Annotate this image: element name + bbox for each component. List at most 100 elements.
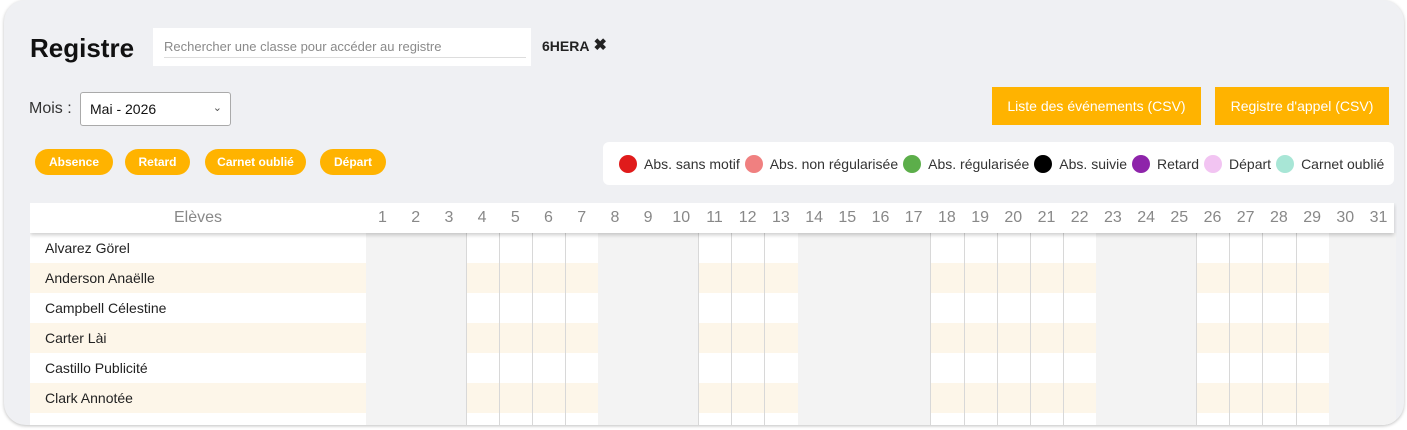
attendance-cell[interactable] bbox=[731, 413, 765, 425]
month-select[interactable]: Mai - 2026 ⌄ bbox=[80, 92, 231, 126]
attendance-cell[interactable] bbox=[1229, 293, 1263, 323]
attendance-cell[interactable] bbox=[764, 323, 798, 353]
attendance-cell[interactable] bbox=[465, 323, 500, 353]
attendance-cell[interactable] bbox=[565, 293, 599, 323]
attendance-cell[interactable] bbox=[1196, 353, 1230, 383]
attendance-cell[interactable] bbox=[1196, 383, 1230, 413]
attendance-cell[interactable] bbox=[498, 293, 533, 323]
attendance-cell[interactable] bbox=[996, 413, 1031, 425]
attendance-cell[interactable] bbox=[465, 293, 500, 323]
attendance-cell[interactable] bbox=[698, 263, 732, 293]
attendance-cell[interactable] bbox=[1295, 233, 1330, 263]
attendance-cell[interactable] bbox=[1063, 413, 1097, 425]
attendance-cell[interactable] bbox=[532, 383, 566, 413]
attendance-cell[interactable] bbox=[1262, 353, 1296, 383]
attendance-cell[interactable] bbox=[930, 383, 964, 413]
attendance-cell[interactable] bbox=[1030, 233, 1064, 263]
attendance-cell[interactable] bbox=[1295, 383, 1330, 413]
attendance-cell[interactable] bbox=[1262, 383, 1296, 413]
attendance-cell[interactable] bbox=[1262, 263, 1296, 293]
student-name[interactable]: Carter Lài bbox=[45, 330, 106, 346]
attendance-cell[interactable] bbox=[1063, 293, 1097, 323]
attendance-cell[interactable] bbox=[1063, 383, 1097, 413]
attendance-cell[interactable] bbox=[930, 353, 964, 383]
attendance-cell[interactable] bbox=[996, 323, 1031, 353]
attendance-cell[interactable] bbox=[764, 413, 798, 425]
attendance-cell[interactable] bbox=[764, 353, 798, 383]
attendance-cell[interactable] bbox=[930, 413, 964, 425]
attendance-cell[interactable] bbox=[698, 413, 732, 425]
attendance-cell[interactable] bbox=[996, 293, 1031, 323]
attendance-cell[interactable] bbox=[498, 323, 533, 353]
attendance-cell[interactable] bbox=[698, 353, 732, 383]
attendance-cell[interactable] bbox=[1030, 263, 1064, 293]
attendance-cell[interactable] bbox=[498, 383, 533, 413]
student-name[interactable]: Campbell Célestine bbox=[45, 300, 166, 316]
attendance-cell[interactable] bbox=[1196, 263, 1230, 293]
attendance-cell[interactable] bbox=[731, 233, 765, 263]
retard-button[interactable]: Retard bbox=[125, 149, 190, 175]
attendance-cell[interactable] bbox=[1262, 323, 1296, 353]
attendance-cell[interactable] bbox=[532, 263, 566, 293]
attendance-cell[interactable] bbox=[1295, 263, 1330, 293]
attendance-cell[interactable] bbox=[565, 233, 599, 263]
attendance-cell[interactable] bbox=[698, 323, 732, 353]
attendance-cell[interactable] bbox=[532, 233, 566, 263]
attendance-cell[interactable] bbox=[698, 293, 732, 323]
attendance-cell[interactable] bbox=[1196, 413, 1230, 425]
attendance-cell[interactable] bbox=[532, 323, 566, 353]
attendance-cell[interactable] bbox=[498, 353, 533, 383]
attendance-cell[interactable] bbox=[1196, 323, 1230, 353]
attendance-cell[interactable] bbox=[465, 413, 500, 425]
attendance-cell[interactable] bbox=[465, 353, 500, 383]
close-icon[interactable]: ✖ bbox=[593, 38, 606, 54]
attendance-cell[interactable] bbox=[465, 263, 500, 293]
attendance-cell[interactable] bbox=[1229, 353, 1263, 383]
attendance-cell[interactable] bbox=[731, 263, 765, 293]
attendance-cell[interactable] bbox=[963, 353, 998, 383]
attendance-cell[interactable] bbox=[1229, 263, 1263, 293]
attendance-cell[interactable] bbox=[996, 383, 1031, 413]
attendance-cell[interactable] bbox=[565, 383, 599, 413]
attendance-cell[interactable] bbox=[764, 383, 798, 413]
class-search[interactable] bbox=[153, 28, 531, 66]
attendance-cell[interactable] bbox=[1063, 353, 1097, 383]
attendance-cell[interactable] bbox=[996, 263, 1031, 293]
attendance-cell[interactable] bbox=[1295, 413, 1330, 425]
attendance-cell[interactable] bbox=[1262, 413, 1296, 425]
attendance-cell[interactable] bbox=[532, 293, 566, 323]
attendance-cell[interactable] bbox=[1229, 413, 1263, 425]
attendance-cell[interactable] bbox=[764, 233, 798, 263]
attendance-cell[interactable] bbox=[1262, 233, 1296, 263]
attendance-cell[interactable] bbox=[963, 293, 998, 323]
attendance-cell[interactable] bbox=[1229, 383, 1263, 413]
attendance-cell[interactable] bbox=[731, 353, 765, 383]
register-csv-button[interactable]: Registre d'appel (CSV) bbox=[1215, 87, 1389, 125]
attendance-cell[interactable] bbox=[698, 233, 732, 263]
attendance-cell[interactable] bbox=[731, 383, 765, 413]
student-name[interactable]: Castillo Publicité bbox=[45, 360, 148, 376]
absence-button[interactable]: Absence bbox=[35, 149, 113, 175]
attendance-cell[interactable] bbox=[1063, 323, 1097, 353]
attendance-cell[interactable] bbox=[963, 263, 998, 293]
attendance-cell[interactable] bbox=[963, 233, 998, 263]
attendance-cell[interactable] bbox=[930, 263, 964, 293]
attendance-cell[interactable] bbox=[1030, 323, 1064, 353]
attendance-cell[interactable] bbox=[498, 233, 533, 263]
attendance-cell[interactable] bbox=[1229, 233, 1263, 263]
attendance-cell[interactable] bbox=[698, 383, 732, 413]
attendance-cell[interactable] bbox=[996, 353, 1031, 383]
attendance-cell[interactable] bbox=[930, 233, 964, 263]
class-search-input[interactable] bbox=[164, 36, 526, 58]
attendance-cell[interactable] bbox=[764, 293, 798, 323]
attendance-cell[interactable] bbox=[1196, 293, 1230, 323]
attendance-cell[interactable] bbox=[1030, 413, 1064, 425]
attendance-cell[interactable] bbox=[1030, 383, 1064, 413]
depart-button[interactable]: Départ bbox=[320, 149, 386, 175]
attendance-cell[interactable] bbox=[963, 383, 998, 413]
attendance-cell[interactable] bbox=[498, 263, 533, 293]
attendance-cell[interactable] bbox=[532, 353, 566, 383]
attendance-cell[interactable] bbox=[1030, 293, 1064, 323]
student-name[interactable]: Alvarez Görel bbox=[45, 240, 130, 256]
attendance-cell[interactable] bbox=[1030, 353, 1064, 383]
